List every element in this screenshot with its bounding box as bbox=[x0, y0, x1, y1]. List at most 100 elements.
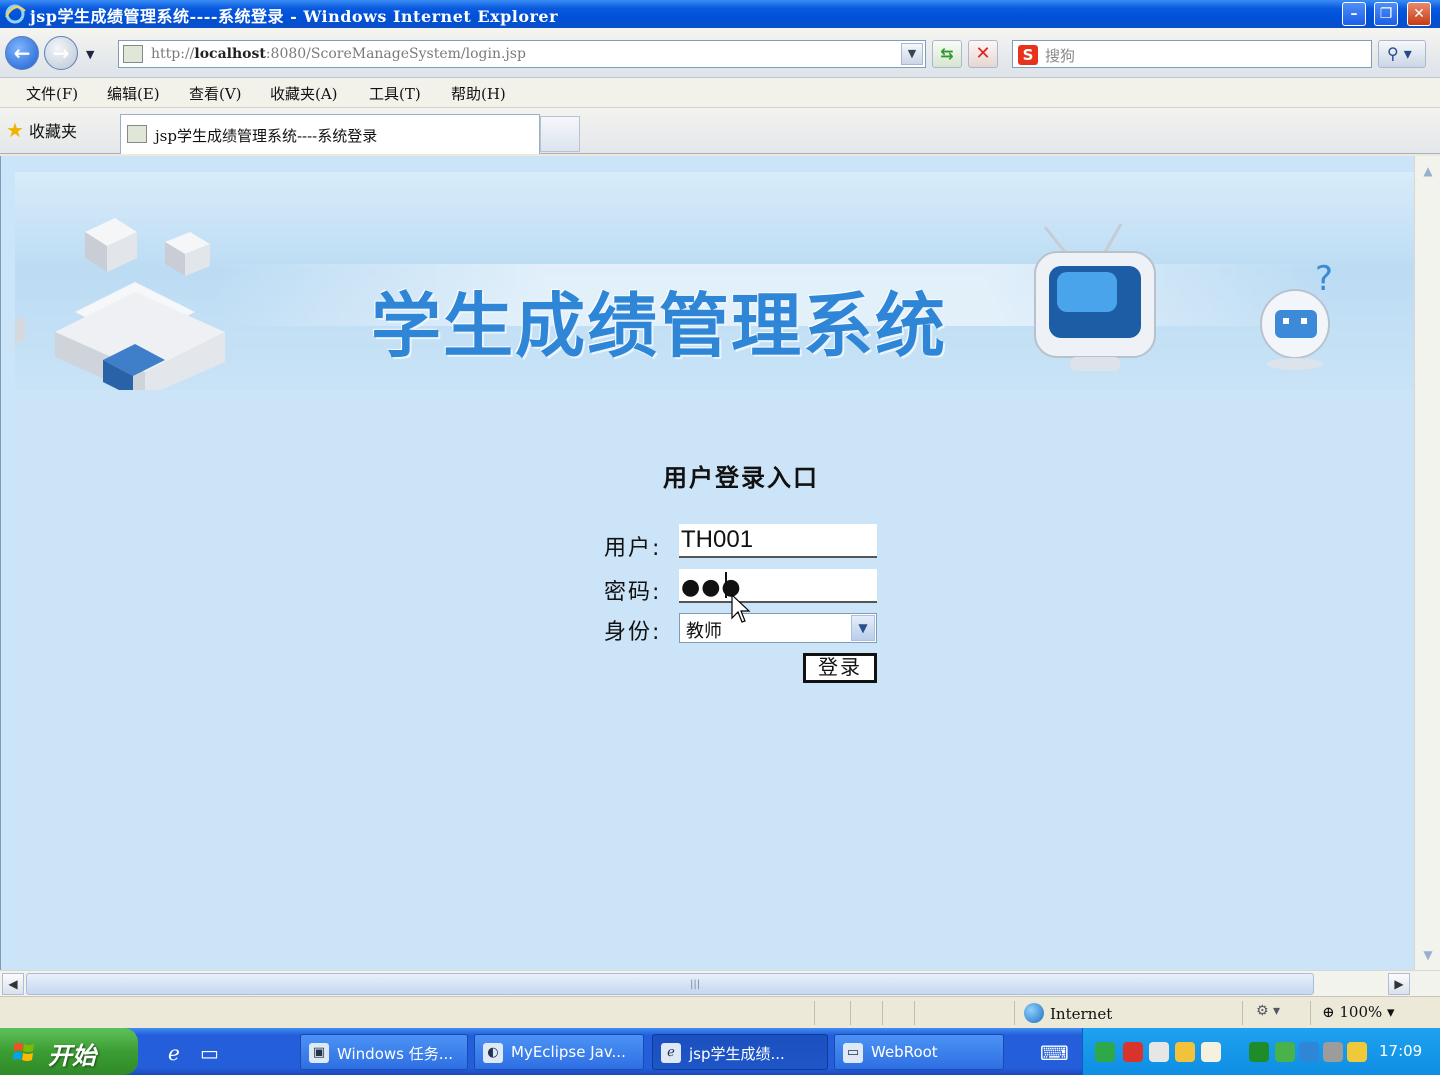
zoom-control[interactable]: ⊕ 100% ▾ bbox=[1322, 1003, 1395, 1021]
taskbar: 开始 ℯ ▭ ▣ Windows 任务... ◐ MyEclipse Jav..… bbox=[0, 1028, 1440, 1075]
new-tab-button[interactable] bbox=[540, 116, 580, 152]
back-button[interactable]: ← bbox=[5, 36, 39, 70]
task-label: jsp学生成绩... bbox=[689, 1045, 785, 1063]
username-input[interactable]: TH001 bbox=[679, 524, 877, 558]
menu-favorites[interactable]: 收藏夹(A) bbox=[270, 83, 338, 104]
tray-shield-icon[interactable] bbox=[1347, 1042, 1367, 1062]
taskbar-item-ie[interactable]: ℯ jsp学生成绩... bbox=[652, 1034, 828, 1070]
back-arrow-icon: ← bbox=[13, 41, 31, 65]
search-box[interactable]: S 搜狗 bbox=[1012, 40, 1372, 68]
forward-arrow-icon: → bbox=[52, 41, 70, 65]
password-input[interactable]: ●●● bbox=[679, 569, 877, 603]
status-bar: Internet ⚙ ▾ ⊕ 100% ▾ bbox=[0, 996, 1440, 1028]
status-divider bbox=[1242, 1001, 1243, 1025]
search-button[interactable]: ⚲ ▾ bbox=[1378, 40, 1426, 68]
refresh-icon: ⇆ bbox=[940, 44, 954, 63]
taskbar-item-webroot[interactable]: ▭ WebRoot bbox=[834, 1034, 1004, 1070]
tray-app-icon[interactable] bbox=[1275, 1042, 1295, 1062]
globe-icon bbox=[1024, 1003, 1044, 1023]
tab-login[interactable]: jsp学生成绩管理系统----系统登录 bbox=[120, 114, 540, 154]
menu-bar: 文件(F) 编辑(E) 查看(V) 收藏夹(A) 工具(T) 帮助(H) bbox=[0, 78, 1440, 108]
search-placeholder: 搜狗 bbox=[1045, 47, 1076, 65]
restore-button[interactable]: ❐ bbox=[1374, 2, 1398, 26]
ie-quicklaunch-icon[interactable]: ℯ bbox=[168, 1041, 180, 1065]
password-label: 密码: bbox=[604, 580, 662, 605]
banner-title: 学生成绩管理系统 bbox=[371, 285, 947, 367]
role-select[interactable]: 教师 ▼ bbox=[679, 613, 877, 643]
security-zone: Internet bbox=[1024, 1003, 1112, 1023]
minimize-button[interactable]: – bbox=[1342, 2, 1366, 26]
url-host: localhost bbox=[194, 46, 266, 62]
scroll-up-icon[interactable]: ▲ bbox=[1419, 162, 1437, 180]
text-caret bbox=[725, 572, 727, 598]
windows-flag-icon bbox=[13, 1043, 34, 1061]
zoom-level: 100% bbox=[1339, 1003, 1383, 1021]
forward-button[interactable]: → bbox=[44, 36, 78, 70]
window-title-bar: jsp学生成绩管理系统----系统登录 - Windows Internet E… bbox=[0, 0, 1440, 28]
status-divider bbox=[882, 1001, 883, 1025]
taskbar-item-task-manager[interactable]: ▣ Windows 任务... bbox=[300, 1034, 468, 1070]
status-divider bbox=[1310, 1001, 1311, 1025]
svg-text:?: ? bbox=[1315, 259, 1333, 299]
eclipse-icon: ◐ bbox=[483, 1043, 503, 1063]
taskbar-clock: 17:09 bbox=[1379, 1042, 1423, 1060]
vertical-scrollbar[interactable]: ▲ ▼ bbox=[1414, 156, 1440, 970]
address-dropdown-icon[interactable]: ▼ bbox=[901, 43, 923, 65]
menu-edit[interactable]: 编辑(E) bbox=[107, 83, 160, 104]
page-icon bbox=[123, 45, 143, 63]
protected-mode-icon[interactable]: ⚙ ▾ bbox=[1256, 1003, 1280, 1019]
tray-app-icon[interactable] bbox=[1249, 1042, 1269, 1062]
username-value: TH001 bbox=[681, 526, 754, 553]
refresh-button[interactable]: ⇆ bbox=[932, 40, 962, 68]
page-content: 学生成绩管理系统 ? 用户登录入口 用户: TH001 密码: ●●● 身份: … bbox=[0, 156, 1415, 970]
taskbar-item-myeclipse[interactable]: ◐ MyEclipse Jav... bbox=[474, 1034, 644, 1070]
tab-bar: ★ 收藏夹 jsp学生成绩管理系统----系统登录 bbox=[0, 108, 1440, 154]
folder-quicklaunch-icon[interactable]: ▭ bbox=[200, 1041, 219, 1065]
stop-button[interactable]: ✕ bbox=[968, 40, 998, 68]
scroll-right-icon[interactable]: ▶ bbox=[1388, 973, 1410, 995]
status-divider bbox=[850, 1001, 851, 1025]
tray-network-icon[interactable] bbox=[1095, 1042, 1115, 1062]
login-heading: 用户登录入口 bbox=[663, 464, 819, 492]
login-button[interactable]: 登录 bbox=[803, 653, 877, 683]
sogou-logo-icon: S bbox=[1018, 45, 1038, 65]
favorites-button[interactable]: ★ 收藏夹 bbox=[6, 118, 77, 142]
url-text[interactable]: http://localhost:8080/ScoreManageSystem/… bbox=[151, 46, 526, 62]
tray-app-icon[interactable] bbox=[1323, 1042, 1343, 1062]
menu-view[interactable]: 查看(V) bbox=[189, 83, 242, 104]
scroll-down-icon[interactable]: ▼ bbox=[1419, 946, 1437, 964]
start-button[interactable]: 开始 bbox=[0, 1028, 138, 1075]
chevron-down-icon[interactable]: ▼ bbox=[851, 615, 875, 641]
tray-qq-icon[interactable] bbox=[1201, 1042, 1221, 1062]
close-window-button[interactable]: ✕ bbox=[1407, 2, 1431, 26]
star-icon: ★ bbox=[6, 118, 24, 142]
address-bar[interactable]: http://localhost:8080/ScoreManageSystem/… bbox=[118, 40, 926, 68]
address-toolbar: ← → ▼ http://localhost:8080/ScoreManageS… bbox=[0, 28, 1440, 78]
menu-help[interactable]: 帮助(H) bbox=[451, 83, 506, 104]
scroll-left-icon[interactable]: ◀ bbox=[2, 973, 24, 995]
status-divider bbox=[814, 1001, 815, 1025]
tray-printer-icon[interactable] bbox=[1149, 1042, 1169, 1062]
tray-app-icon[interactable] bbox=[1123, 1042, 1143, 1062]
horizontal-scrollbar[interactable]: ◀ ||| ▶ bbox=[0, 970, 1440, 996]
task-label: WebRoot bbox=[871, 1043, 938, 1061]
mouse-pointer-icon bbox=[731, 594, 751, 623]
cubes-graphic bbox=[15, 218, 225, 390]
keyboard-icon[interactable]: ⌨ bbox=[1040, 1041, 1069, 1065]
menu-file[interactable]: 文件(F) bbox=[26, 83, 78, 104]
username-label: 用户: bbox=[604, 536, 662, 561]
role-label: 身份: bbox=[604, 620, 662, 645]
window-title: jsp学生成绩管理系统----系统登录 - Windows Internet E… bbox=[30, 7, 559, 26]
task-label: Windows 任务... bbox=[337, 1045, 454, 1063]
menu-tools[interactable]: 工具(T) bbox=[369, 83, 421, 104]
tray-app-icon[interactable] bbox=[1299, 1042, 1319, 1062]
scrollbar-thumb[interactable]: ||| bbox=[26, 973, 1314, 995]
role-selected-value: 教师 bbox=[686, 621, 722, 642]
ie-logo-icon bbox=[5, 4, 26, 24]
history-dropdown-icon[interactable]: ▼ bbox=[86, 48, 94, 61]
tray-app-icon[interactable] bbox=[1175, 1042, 1195, 1062]
page-icon bbox=[127, 125, 147, 143]
favorites-label: 收藏夹 bbox=[29, 122, 78, 141]
tab-title: jsp学生成绩管理系统----系统登录 bbox=[155, 127, 378, 145]
url-path: :8080/ScoreManageSystem/login.jsp bbox=[265, 46, 526, 62]
